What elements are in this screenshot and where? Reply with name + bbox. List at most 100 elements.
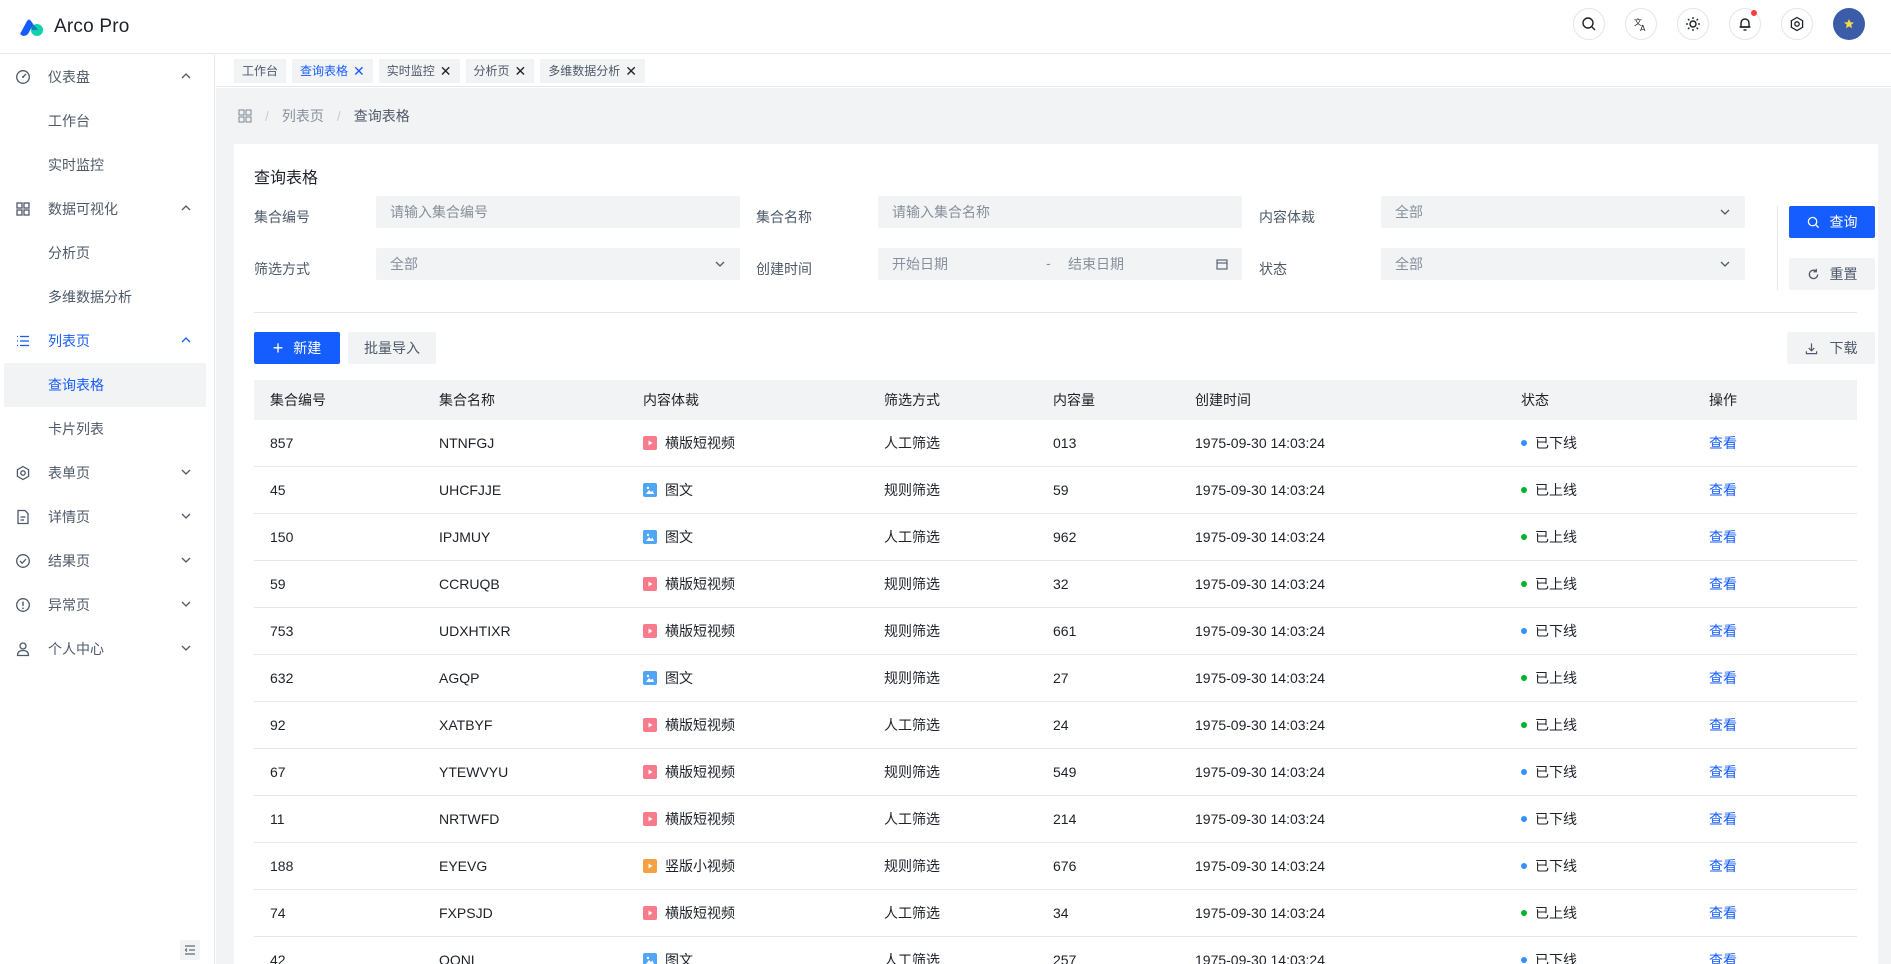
sidebar-item-multi-dimension[interactable]: 多维数据分析 (0, 275, 214, 319)
view-link[interactable]: 查看 (1709, 856, 1737, 876)
view-link[interactable]: 查看 (1709, 574, 1737, 594)
language-button[interactable]: 文A (1625, 8, 1657, 40)
table-row: 92 XATBYF 横版短视频 人工筛选 24 1975-09-30 14:03:24 已上… (254, 702, 1857, 749)
main-content: / 列表页 / 查询表格 查询表格 集合编号 请输入集合编号 集合名称 请输入集… (216, 88, 1891, 964)
tab-search-table[interactable]: 查询表格 ✕ (292, 58, 373, 83)
breadcrumb-current: 查询表格 (353, 108, 410, 124)
download-button[interactable]: 下载 (1787, 332, 1875, 364)
sidebar-item-profile-page[interactable]: 详情页 (0, 495, 214, 539)
view-link[interactable]: 查看 (1709, 433, 1737, 453)
tab-monitor[interactable]: 实时监控 ✕ (378, 58, 460, 83)
sidebar-item-monitor[interactable]: 实时监控 (0, 143, 214, 187)
status-select[interactable]: 全部 (1381, 248, 1745, 280)
app-logo[interactable]: Arco Pro (18, 16, 130, 38)
cell-content-type: 横版短视频 (627, 621, 868, 641)
column-header-content-type[interactable]: 内容体裁 (627, 390, 868, 410)
close-icon[interactable]: ✕ (353, 64, 365, 78)
reset-button[interactable]: 重置 (1789, 258, 1875, 290)
notification-button[interactable] (1729, 8, 1761, 40)
sidebar-item-analysis[interactable]: 分析页 (0, 231, 214, 275)
sidebar-item-form[interactable]: 表单页 (0, 451, 214, 495)
tab-analysis[interactable]: 分析页 ✕ (465, 58, 535, 83)
column-header-name[interactable]: 集合名称 (423, 390, 627, 410)
sidebar: 仪表盘 工作台 实时监控 数据可视化 分析页 多维数据分析 列表页 查询表格 卡… (0, 55, 215, 964)
new-button[interactable]: + 新建 (254, 332, 340, 364)
cell-content-type: 竖版小视频 (627, 856, 868, 876)
view-link[interactable]: 查看 (1709, 762, 1737, 782)
sidebar-item-result[interactable]: 结果页 (0, 539, 214, 583)
cell-action: 查看 (1693, 621, 1857, 641)
view-link[interactable]: 查看 (1709, 715, 1737, 735)
column-header-created-time[interactable]: 创建时间 (1179, 390, 1505, 410)
avatar[interactable] (1833, 8, 1865, 40)
status-dot (1521, 722, 1527, 728)
chevron-down-icon (181, 601, 191, 607)
search-button[interactable] (1573, 8, 1605, 40)
start-date-placeholder[interactable]: 开始日期 (892, 254, 948, 274)
view-link[interactable]: 查看 (1709, 950, 1737, 964)
content-type-text: 横版短视频 (665, 811, 735, 827)
theme-toggle-button[interactable] (1677, 8, 1709, 40)
sidebar-item-list[interactable]: 列表页 (0, 319, 214, 363)
cell-action: 查看 (1693, 668, 1857, 688)
tab-workplace[interactable]: 工作台 (234, 58, 287, 83)
video-icon (643, 718, 657, 732)
cell-action: 查看 (1693, 762, 1857, 782)
exclamation-circle-icon (15, 597, 31, 613)
sidebar-item-exception[interactable]: 异常页 (0, 583, 214, 627)
filter-type-select[interactable]: 全部 (376, 248, 740, 280)
sidebar-item-search-table[interactable]: 查询表格 (4, 363, 206, 407)
status-text: 已上线 (1535, 576, 1577, 592)
close-icon[interactable]: ✕ (625, 64, 637, 78)
batch-import-button[interactable]: 批量导入 (348, 332, 436, 364)
cell-count: 59 (1053, 482, 1069, 498)
cell-count: 34 (1053, 905, 1069, 921)
breadcrumb-item[interactable]: 列表页 (282, 106, 324, 126)
collection-name-input[interactable]: 请输入集合名称 (878, 196, 1242, 228)
tab-multi-dimension[interactable]: 多维数据分析 ✕ (540, 58, 646, 83)
column-header-filter-type[interactable]: 筛选方式 (868, 390, 1037, 410)
table-row: 857 NTNFGJ 横版短视频 人工筛选 013 1975-09-30 14:03:24… (254, 420, 1857, 467)
tab-label: 查询表格 (300, 64, 349, 78)
view-link[interactable]: 查看 (1709, 527, 1737, 547)
content-type-select[interactable]: 全部 (1381, 196, 1745, 228)
cell-name: UHCFJJE (439, 482, 502, 498)
close-icon[interactable]: ✕ (515, 64, 527, 78)
document-icon (15, 509, 31, 525)
cell-action: 查看 (1693, 433, 1857, 453)
sidebar-item-workplace[interactable]: 工作台 (0, 99, 214, 143)
cell-action: 查看 (1693, 574, 1857, 594)
settings-button[interactable] (1781, 8, 1813, 40)
status-text: 已下线 (1535, 764, 1577, 780)
close-icon[interactable]: ✕ (440, 64, 452, 78)
collection-id-placeholder: 请输入集合编号 (390, 204, 488, 220)
chevron-up-icon (181, 337, 191, 343)
sidebar-collapse-button[interactable] (180, 940, 200, 960)
sidebar-item-card-list[interactable]: 卡片列表 (0, 407, 214, 451)
view-link[interactable]: 查看 (1709, 903, 1737, 923)
view-link[interactable]: 查看 (1709, 480, 1737, 500)
chevron-down-icon (181, 469, 191, 475)
check-circle-icon (15, 553, 31, 569)
cell-filter-type: 规则筛选 (884, 482, 940, 498)
view-link[interactable]: 查看 (1709, 621, 1737, 641)
search-button[interactable]: 查询 (1789, 206, 1875, 238)
sidebar-item-dashboard[interactable]: 仪表盘 (0, 55, 214, 99)
status-value: 全部 (1395, 256, 1423, 272)
column-header-count[interactable]: 内容量 (1037, 390, 1179, 410)
created-time-range-picker[interactable]: 开始日期 - 结束日期 (878, 248, 1242, 280)
column-header-status[interactable]: 状态 (1505, 390, 1693, 410)
end-date-placeholder[interactable]: 结束日期 (1068, 254, 1124, 274)
status-dot (1521, 628, 1527, 634)
column-header-id[interactable]: 集合编号 (254, 390, 423, 410)
sidebar-item-user-center[interactable]: 个人中心 (0, 627, 214, 671)
collection-id-input[interactable]: 请输入集合编号 (376, 196, 740, 228)
sidebar-item-visualization[interactable]: 数据可视化 (0, 187, 214, 231)
breadcrumb-separator: / (265, 108, 269, 124)
table-row: 150 IPJMUY 图文 人工筛选 962 1975-09-30 14:03:24 已上线… (254, 514, 1857, 561)
view-link[interactable]: 查看 (1709, 668, 1737, 688)
cell-count: 24 (1053, 717, 1069, 733)
view-link[interactable]: 查看 (1709, 809, 1737, 829)
content-type-text: 图文 (665, 529, 693, 545)
status-dot (1521, 863, 1527, 869)
